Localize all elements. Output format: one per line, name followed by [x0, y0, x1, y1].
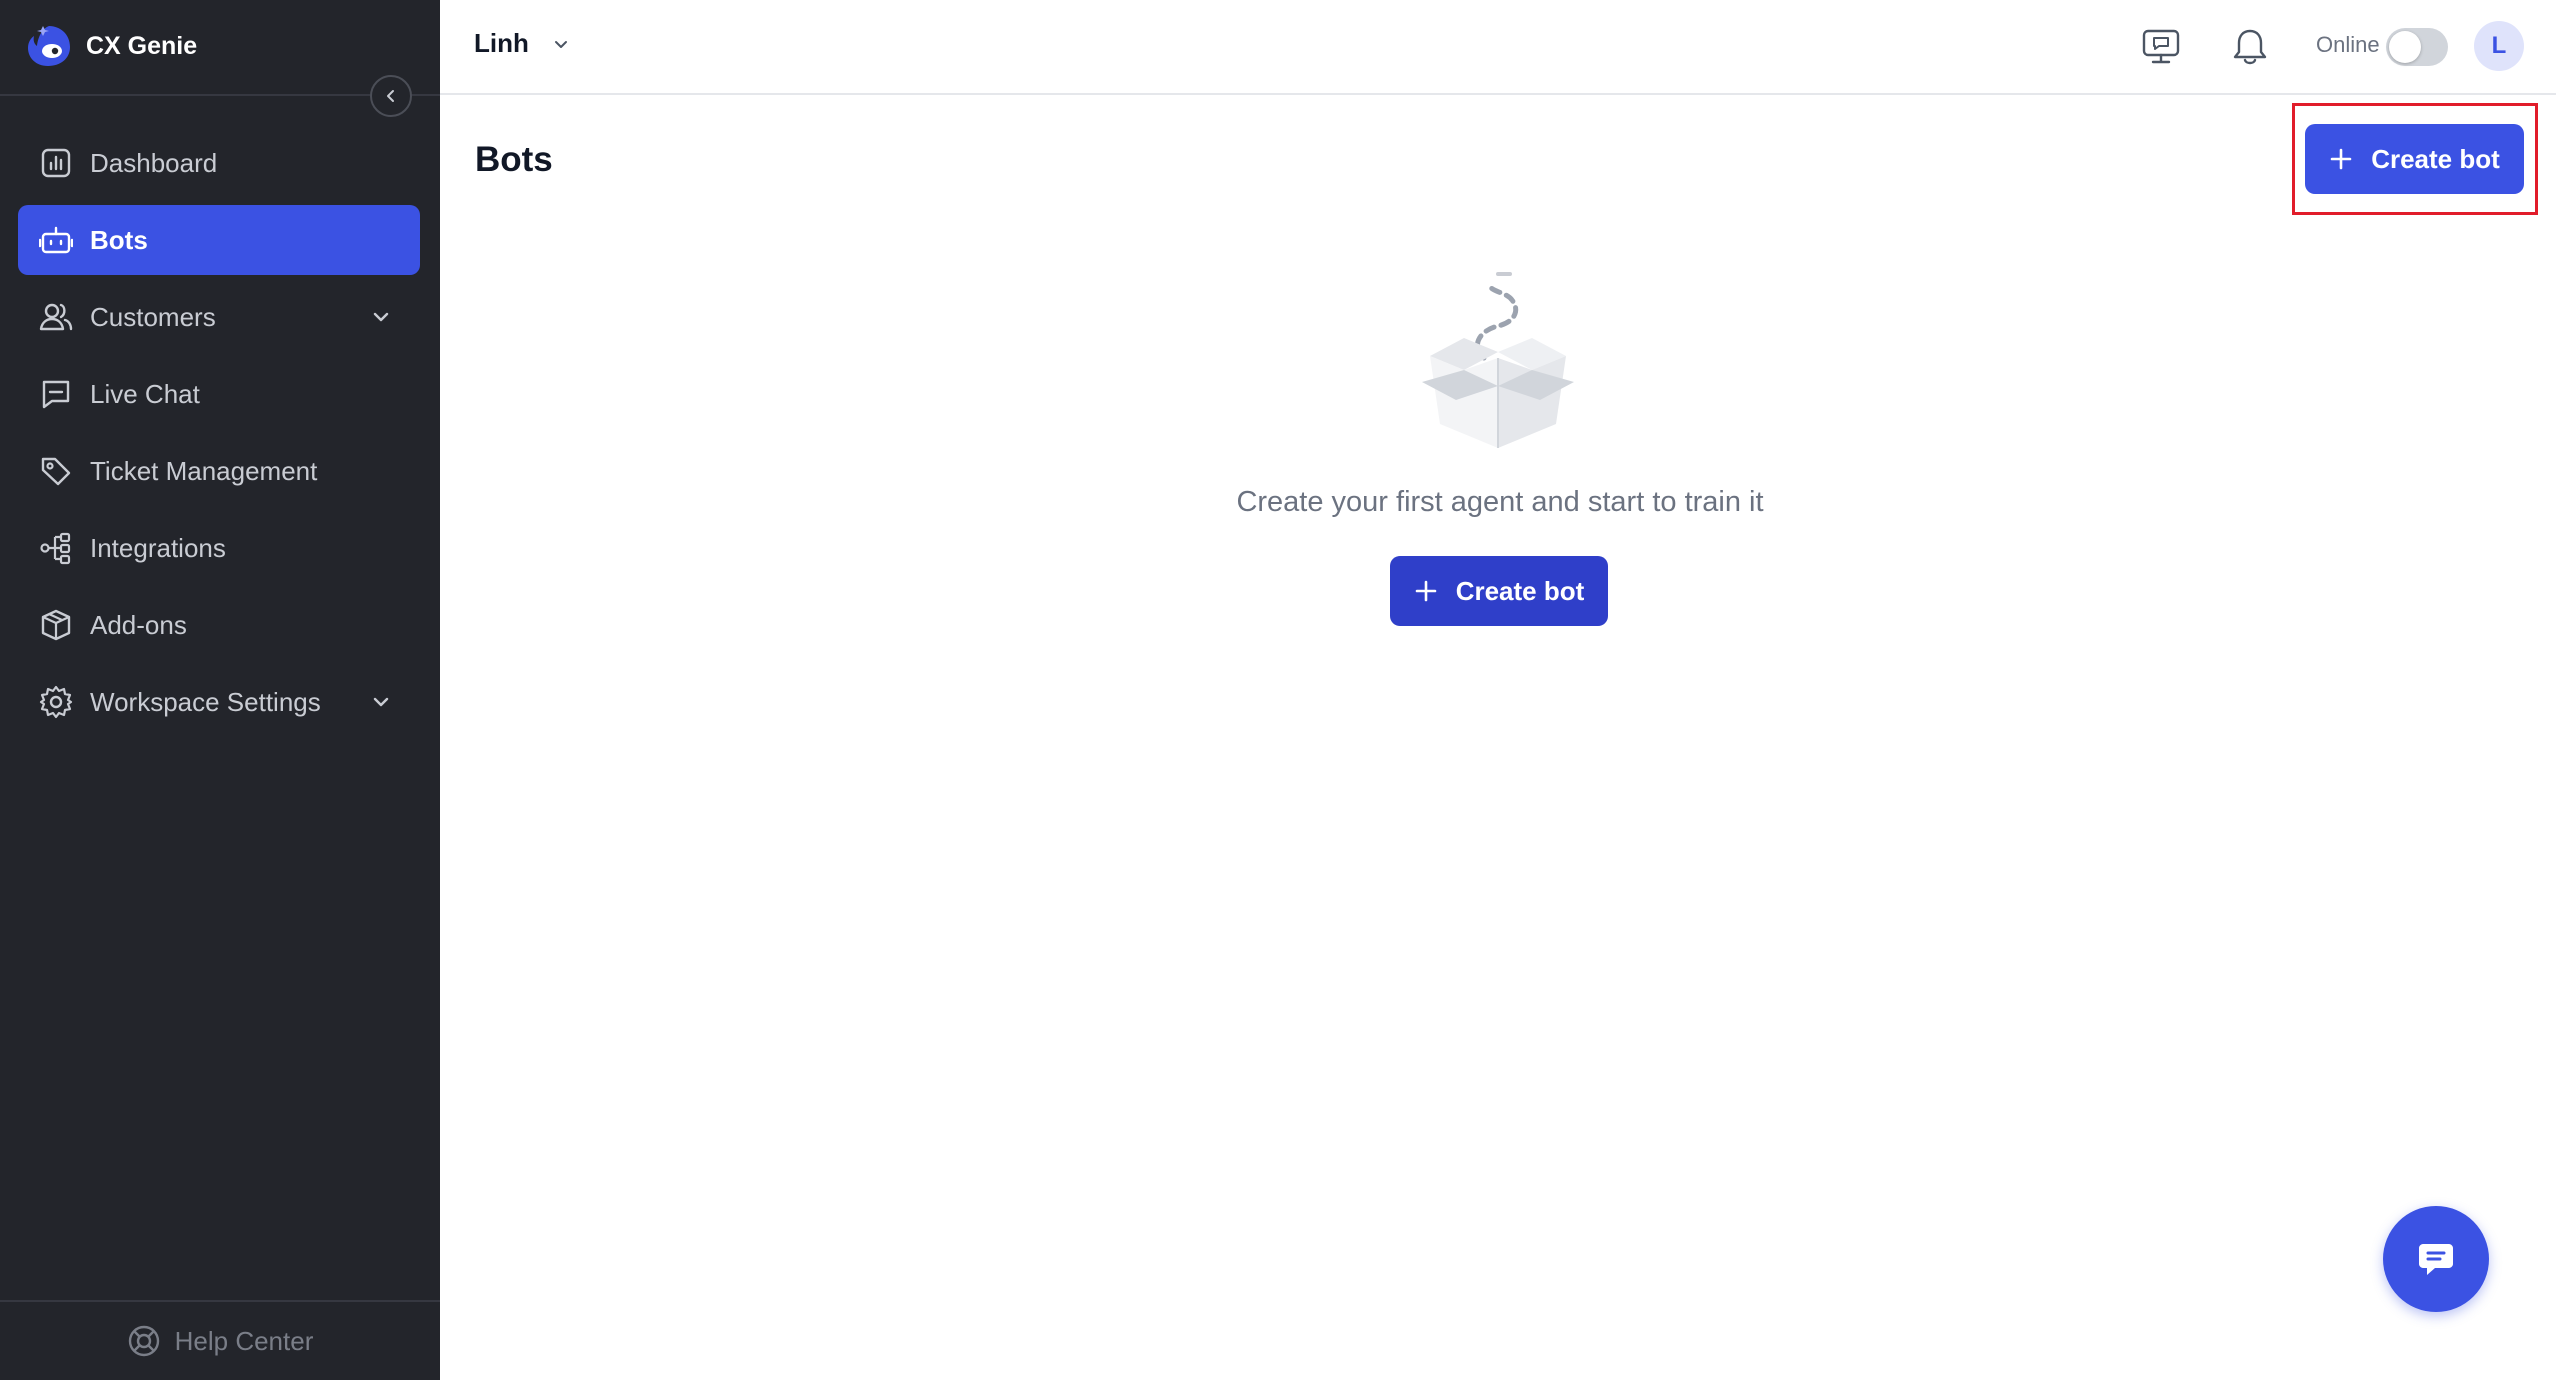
- sidebar-item-bots[interactable]: Bots: [18, 205, 420, 275]
- top-header: Linh Online L: [440, 0, 2556, 95]
- empty-box-illustration: [1422, 272, 1574, 448]
- sidebar-item-workspace-settings[interactable]: Workspace Settings: [18, 667, 420, 737]
- workspace-switcher[interactable]: Linh: [474, 28, 571, 59]
- create-bot-label: Create bot: [1455, 575, 1585, 606]
- chevron-down-icon: [373, 312, 389, 322]
- sidebar-item-live-chat[interactable]: Live Chat: [18, 359, 420, 429]
- chat-message-icon: [2419, 1244, 2453, 1275]
- create-bot-label: Create bot: [2371, 143, 2500, 174]
- sidebar-item-label: Workspace Settings: [90, 686, 321, 717]
- lifebuoy-icon: [128, 1325, 159, 1357]
- plus-icon: [1415, 580, 1437, 602]
- sidebar-item-label: Customers: [90, 301, 216, 332]
- page-title: Bots: [475, 140, 553, 179]
- chevron-down-icon: [554, 40, 567, 48]
- toggle-knob: [2389, 31, 2421, 63]
- brand-name: CX Genie: [86, 31, 198, 60]
- sidebar: CX Genie Dashboard Bots Customers Live C…: [0, 0, 440, 1380]
- help-center-label: Help Center: [174, 1325, 314, 1356]
- sidebar-item-ticket-management[interactable]: Ticket Management: [18, 436, 420, 506]
- chart-bars-icon: [38, 145, 74, 181]
- package-icon: [38, 607, 74, 643]
- chat-bubble-icon: [38, 376, 74, 412]
- tag-icon: [38, 453, 74, 489]
- genie-logo-icon: [28, 26, 70, 66]
- chevron-left-icon: [387, 90, 394, 102]
- sidebar-nav: Dashboard Bots Customers Live Chat Ticke…: [18, 128, 420, 744]
- help-center-link[interactable]: Help Center: [0, 1302, 440, 1380]
- robot-icon: [38, 222, 74, 258]
- sidebar-item-dashboard[interactable]: Dashboard: [18, 128, 420, 198]
- workspace-name: Linh: [474, 28, 529, 58]
- empty-state-message: Create your first agent and start to tra…: [1236, 486, 1764, 518]
- sidebar-item-integrations[interactable]: Integrations: [18, 513, 420, 583]
- sidebar-item-label: Integrations: [90, 532, 226, 563]
- sidebar-item-add-ons[interactable]: Add-ons: [18, 590, 420, 660]
- monitor-chat-icon[interactable]: [2140, 26, 2182, 68]
- support-chat-button[interactable]: [2383, 1206, 2489, 1312]
- gear-icon: [38, 684, 74, 720]
- online-status-toggle[interactable]: [2386, 28, 2448, 66]
- brand[interactable]: CX Genie: [24, 22, 197, 70]
- plus-icon: [2330, 148, 2352, 170]
- chevron-down-icon: [373, 697, 389, 707]
- sidebar-item-customers[interactable]: Customers: [18, 282, 420, 352]
- collapse-sidebar-button[interactable]: [370, 75, 412, 117]
- sidebar-item-label: Add-ons: [90, 609, 187, 640]
- online-status-label: Online: [2316, 32, 2380, 57]
- sidebar-item-label: Bots: [90, 224, 148, 255]
- nodes-icon: [38, 530, 74, 566]
- create-bot-button[interactable]: Create bot: [2305, 124, 2524, 194]
- sidebar-item-label: Ticket Management: [90, 455, 318, 486]
- users-icon: [38, 299, 74, 335]
- notification-bell-icon[interactable]: [2230, 26, 2270, 68]
- sidebar-item-label: Live Chat: [90, 378, 200, 409]
- user-avatar[interactable]: L: [2474, 21, 2524, 71]
- sidebar-item-label: Dashboard: [90, 147, 218, 178]
- create-bot-empty-state-button[interactable]: Create bot: [1390, 556, 1608, 626]
